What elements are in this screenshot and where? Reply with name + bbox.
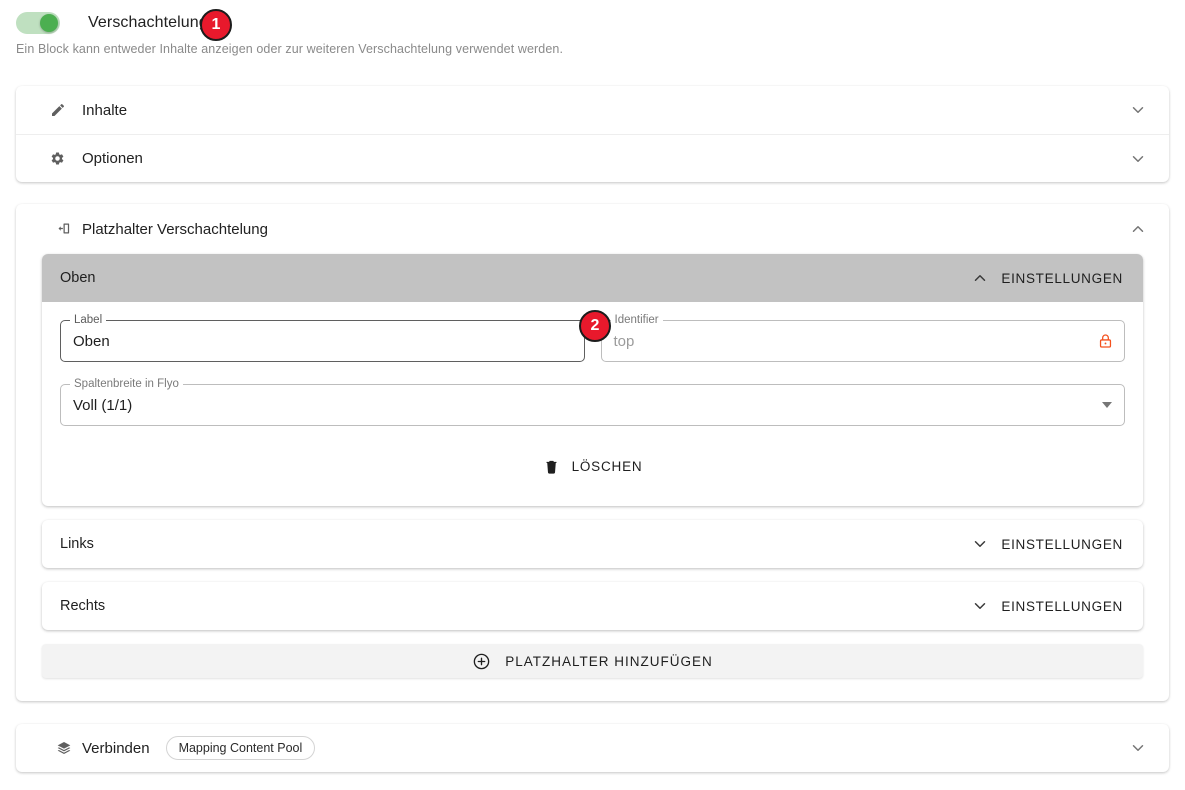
placeholder-panel-rechts: Rechts EINSTELLUNGEN — [42, 582, 1143, 630]
nesting-toggle-switch[interactable] — [16, 12, 60, 34]
identifier-field[interactable]: Identifier top — [601, 320, 1126, 362]
width-field-wrapper: Spaltenbreite in Flyo Voll (1/1) — [60, 384, 1125, 426]
placeholder-panel-links: Links EINSTELLUNGEN — [42, 520, 1143, 568]
identifier-field-legend: Identifier — [611, 313, 663, 327]
placeholder-panel-header-links[interactable]: Links EINSTELLUNGEN — [42, 520, 1143, 568]
trash-icon — [543, 458, 560, 475]
label-field-wrapper: Label Oben — [60, 320, 585, 362]
pencil-icon — [50, 102, 66, 118]
settings-label-oben: EINSTELLUNGEN — [1001, 271, 1123, 286]
chevron-down-icon[interactable] — [971, 535, 989, 553]
step-badge-1: 1 — [200, 9, 232, 41]
width-field-legend: Spaltenbreite in Flyo — [70, 377, 183, 391]
gear-icon — [50, 151, 66, 167]
accordion-label-optionen: Optionen — [82, 150, 143, 167]
chevron-up-icon[interactable] — [971, 269, 989, 287]
settings-page: Verschachtelung Ein Block kann entweder … — [0, 0, 1185, 790]
placeholder-panel-oben: Oben EINSTELLUNGEN — [42, 254, 1143, 506]
verbinden-row[interactable]: Verbinden Mapping Content Pool — [16, 724, 1169, 772]
placeholder-nesting-card: Platzhalter Verschachtelung Oben — [16, 204, 1169, 701]
lock-icon[interactable] — [1097, 333, 1114, 350]
layers-icon — [56, 740, 72, 756]
placeholder-panel-settings-links[interactable]: EINSTELLUNGEN — [971, 535, 1123, 553]
settings-label-links: EINSTELLUNGEN — [1001, 537, 1123, 552]
mapping-chip[interactable]: Mapping Content Pool — [166, 736, 316, 760]
placeholder-panel-name-oben: Oben — [60, 270, 95, 286]
delete-button[interactable]: LÖSCHEN — [531, 452, 655, 481]
label-field-value: Oben — [73, 333, 110, 350]
add-placeholder-label: PLATZHALTER HINZUFÜGEN — [505, 654, 713, 669]
chevron-down-icon[interactable] — [1129, 739, 1147, 757]
chevron-up-icon[interactable] — [1129, 220, 1147, 238]
placeholder-panel-name-links: Links — [60, 536, 94, 552]
delete-row: LÖSCHEN — [60, 440, 1125, 492]
placeholder-section-header[interactable]: Platzhalter Verschachtelung — [16, 204, 1169, 254]
settings-label-rechts: EINSTELLUNGEN — [1001, 599, 1123, 614]
column-width-select[interactable]: Spaltenbreite in Flyo Voll (1/1) — [60, 384, 1125, 426]
width-field-value: Voll (1/1) — [73, 397, 132, 414]
identifier-field-placeholder: top — [614, 333, 635, 350]
nesting-toggle-label: Verschachtelung — [88, 14, 208, 32]
chevron-down-icon[interactable] — [1129, 101, 1147, 119]
step-badge-2: 2 — [579, 310, 611, 342]
placeholder-panel-settings-oben[interactable]: EINSTELLUNGEN — [971, 269, 1123, 287]
insert-block-icon — [56, 221, 72, 237]
placeholder-panel-settings-rechts[interactable]: EINSTELLUNGEN — [971, 597, 1123, 615]
toggle-knob — [40, 14, 58, 32]
identifier-field-wrapper: Identifier top — [601, 320, 1126, 362]
plus-circle-icon — [472, 652, 491, 671]
verbinden-card: Verbinden Mapping Content Pool — [16, 724, 1169, 772]
verbinden-label: Verbinden — [82, 740, 150, 757]
delete-button-label: LÖSCHEN — [572, 459, 643, 474]
nesting-helper-text: Ein Block kann entweder Inhalte anzeigen… — [16, 42, 563, 56]
accordion-group: Inhalte Optionen — [16, 86, 1169, 182]
accordion-row-optionen[interactable]: Optionen — [16, 134, 1169, 182]
caret-down-icon[interactable] — [1102, 402, 1112, 408]
add-placeholder-button[interactable]: PLATZHALTER HINZUFÜGEN — [42, 644, 1143, 678]
label-field[interactable]: Label Oben — [60, 320, 585, 362]
chevron-down-icon[interactable] — [971, 597, 989, 615]
chevron-down-icon[interactable] — [1129, 150, 1147, 168]
accordion-label-inhalte: Inhalte — [82, 102, 127, 119]
accordion-row-inhalte[interactable]: Inhalte — [16, 86, 1169, 134]
label-field-legend: Label — [70, 313, 106, 327]
placeholder-panel-header-oben[interactable]: Oben EINSTELLUNGEN — [42, 254, 1143, 302]
placeholder-panel-name-rechts: Rechts — [60, 598, 105, 614]
placeholder-section-label: Platzhalter Verschachtelung — [82, 221, 268, 238]
placeholder-panel-header-rechts[interactable]: Rechts EINSTELLUNGEN — [42, 582, 1143, 630]
